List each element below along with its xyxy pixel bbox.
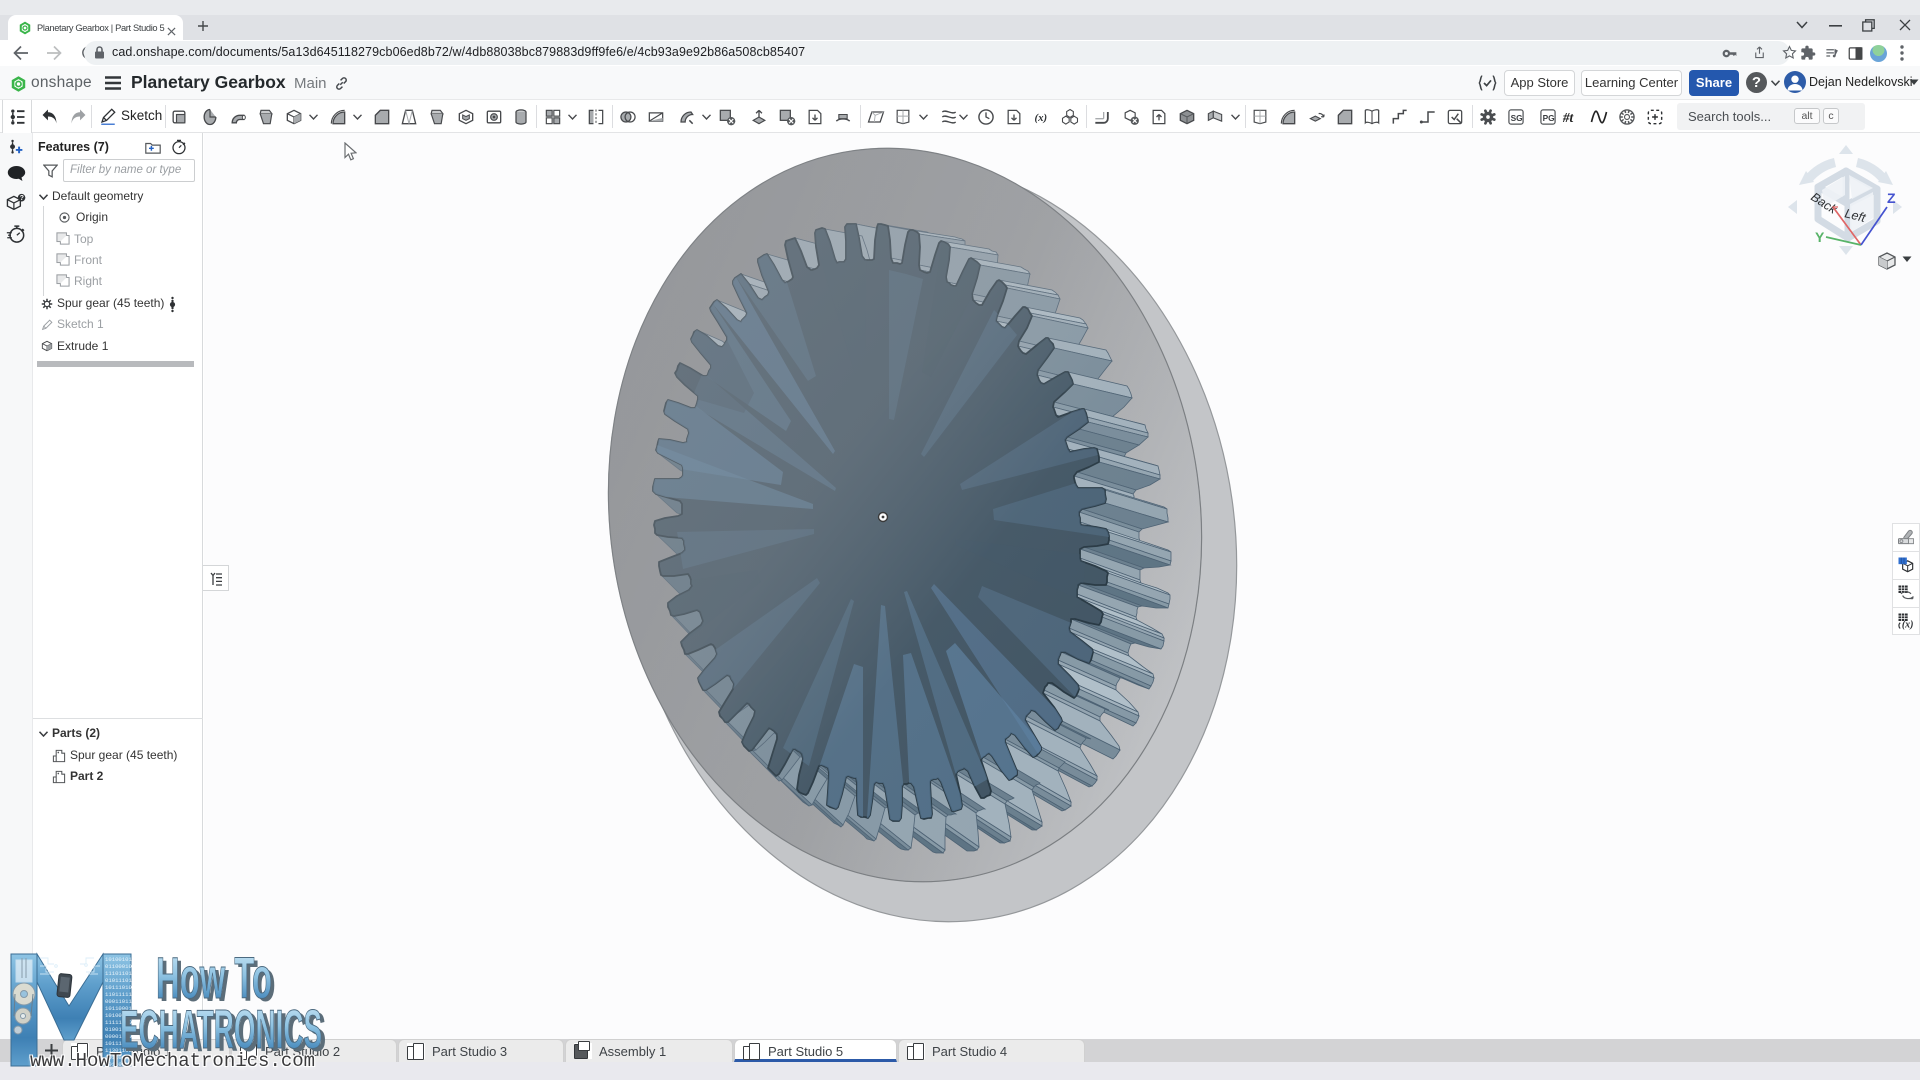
svg-text:SG: SG: [1511, 113, 1523, 123]
svg-text:01100010: 01100010: [105, 963, 132, 970]
svg-text:PG: PG: [1543, 113, 1555, 123]
svg-text:?: ?: [20, 195, 24, 202]
svg-text:(x): (x): [1035, 112, 1048, 124]
svg-text:Y: Y: [1815, 229, 1825, 245]
svg-text:10111010: 10111010: [105, 984, 132, 991]
svg-text:10100101: 10100101: [105, 956, 132, 963]
svg-text:#t: #t: [1562, 110, 1574, 125]
svg-text:(x): (x): [1902, 620, 1914, 631]
svg-text:11101101: 11101101: [105, 970, 132, 977]
svg-text:Z: Z: [1887, 190, 1896, 206]
svg-text:01011101: 01011101: [105, 977, 132, 984]
svg-text:11011111: 11011111: [105, 991, 132, 998]
